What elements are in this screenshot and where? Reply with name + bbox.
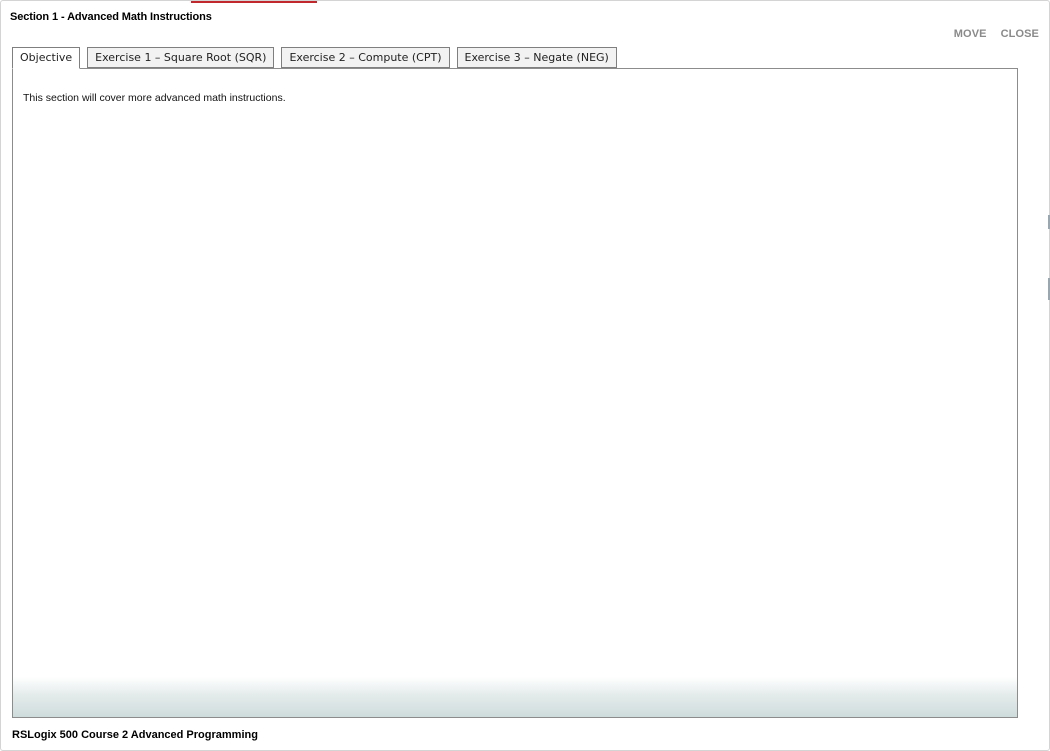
dialog-window: Section 1 - Advanced Math Instructions M… <box>0 0 1050 751</box>
title-accent-strip <box>191 1 317 3</box>
tab-exercise-2-compute[interactable]: Exercise 2 – Compute (CPT) <box>281 47 450 68</box>
tab-exercise-3-negate[interactable]: Exercise 3 – Negate (NEG) <box>456 47 617 68</box>
window-controls: MOVE CLOSE <box>954 28 1039 40</box>
panel-bottom-gradient <box>13 677 1017 717</box>
move-button[interactable]: MOVE <box>954 28 987 40</box>
close-button[interactable]: CLOSE <box>1001 28 1039 40</box>
tab-objective[interactable]: Objective <box>12 47 81 69</box>
objective-text: This section will cover more advanced ma… <box>23 92 286 104</box>
tab-bar: Objective Exercise 1 – Square Root (SQR)… <box>12 47 617 69</box>
tab-content-panel: This section will cover more advanced ma… <box>12 68 1018 718</box>
course-title: RSLogix 500 Course 2 Advanced Programmin… <box>12 729 258 741</box>
window-title: Section 1 - Advanced Math Instructions <box>10 11 212 23</box>
tab-exercise-1-square-root[interactable]: Exercise 1 – Square Root (SQR) <box>87 47 275 68</box>
